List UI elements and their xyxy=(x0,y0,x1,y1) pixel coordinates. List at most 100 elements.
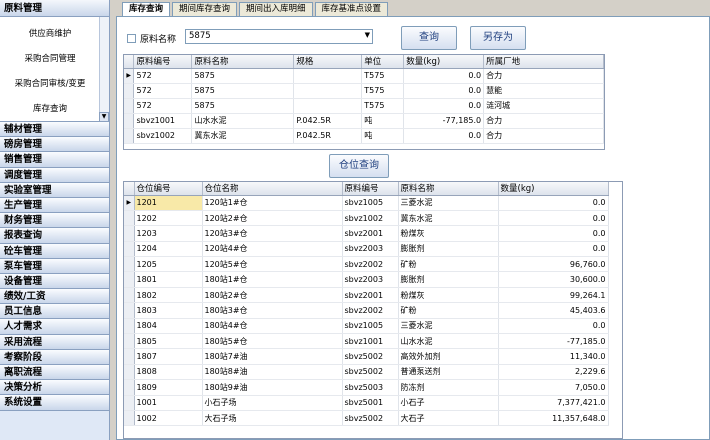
material-name-combo[interactable]: 5875 ▼ xyxy=(185,29,373,44)
table-cell[interactable]: 180站7#油 xyxy=(202,348,343,365)
table-cell[interactable]: 矿粉 xyxy=(398,256,499,273)
sidebar-group-reports[interactable]: 报表查询 xyxy=(0,228,109,244)
table-cell[interactable]: 山水水泥 xyxy=(191,113,295,129)
table-row[interactable]: 1801 180站1#仓 sbvz2003 膨胀剂 30,600.0 xyxy=(124,271,609,288)
sidebar-item-supplier[interactable]: 供应商维护 xyxy=(0,27,100,39)
scroll-down-icon[interactable]: ▼ xyxy=(99,112,109,122)
table-cell[interactable]: 2,229.6 xyxy=(498,364,609,381)
sidebar-group-aux-material[interactable]: 辅材管理 xyxy=(0,122,109,138)
sidebar-item-contract-review[interactable]: 采购合同审核/变更 xyxy=(0,77,100,89)
table-cell[interactable] xyxy=(293,68,363,84)
table-cell[interactable]: 0.0 xyxy=(498,225,609,242)
table-row[interactable]: 1802 180站2#仓 sbvz2001 粉煤灰 99,264.1 xyxy=(124,287,609,304)
table-cell[interactable]: sbvz2002 xyxy=(342,256,399,273)
sidebar-group-raw-material[interactable]: 原料管理 xyxy=(0,0,109,17)
table-cell[interactable]: 0.0 xyxy=(403,98,485,114)
column-header[interactable]: 原料名称 xyxy=(398,182,499,196)
table-cell[interactable]: 99,264.1 xyxy=(498,287,609,304)
table-cell[interactable]: 膨胀剂 xyxy=(398,271,499,288)
warehouse-query-button[interactable]: 仓位查询 xyxy=(329,154,389,178)
sidebar-group-lab[interactable]: 实验室管理 xyxy=(0,182,109,198)
table-cell[interactable]: 180站9#油 xyxy=(202,379,343,396)
table-cell[interactable]: 1809 xyxy=(134,379,203,396)
table-cell[interactable]: 7,377,421.0 xyxy=(498,395,609,411)
table-cell[interactable]: 粉煤灰 xyxy=(398,225,499,242)
table-cell[interactable]: 普通泵送剂 xyxy=(398,364,499,381)
table-cell[interactable]: sbvz1002 xyxy=(342,210,399,227)
table-cell[interactable]: 高效外加剂 xyxy=(398,348,499,365)
table-cell[interactable]: 5875 xyxy=(191,98,295,114)
table-row[interactable]: 1203 120站3#仓 sbvz2001 粉煤灰 0.0 xyxy=(124,225,609,242)
table-cell[interactable]: 矿粉 xyxy=(398,302,499,319)
table-cell[interactable]: sbvz5002 xyxy=(342,348,399,365)
table-cell[interactable]: 1803 xyxy=(134,302,203,319)
table-cell[interactable]: 三菱水泥 xyxy=(398,195,499,211)
table-cell[interactable]: 45,403.6 xyxy=(498,302,609,319)
table-row[interactable]: 1803 180站3#仓 sbvz2002 矿粉 45,403.6 xyxy=(124,302,609,319)
sidebar-group-hiring-flow[interactable]: 采用流程 xyxy=(0,334,109,350)
sidebar-group-decision[interactable]: 决策分析 xyxy=(0,380,109,396)
table-cell[interactable]: 1807 xyxy=(134,348,203,365)
table-row[interactable]: ▶ 572 5875 T575 0.0 合力 xyxy=(124,68,604,84)
tab-stock-query[interactable]: 库存查询 xyxy=(122,2,171,17)
sidebar-item-stock-query[interactable]: 库存查询 xyxy=(0,102,100,114)
table-row[interactable]: 1202 120站2#仓 sbvz1002 冀东水泥 0.0 xyxy=(124,210,609,227)
table-cell[interactable]: 粉煤灰 xyxy=(398,287,499,304)
table-row[interactable]: 1205 120站5#仓 sbvz2002 矿粉 96,760.0 xyxy=(124,256,609,273)
table-cell[interactable] xyxy=(293,98,363,114)
table-cell[interactable]: 膨胀剂 xyxy=(398,241,499,258)
table-cell[interactable]: 1001 xyxy=(134,395,203,411)
table-row[interactable]: ▶ 1201 120站1#仓 sbvz1005 三菱水泥 0.0 xyxy=(124,195,609,211)
table-row[interactable]: 1805 180站5#仓 sbvz1001 山水水泥 -77,185.0 xyxy=(124,333,609,350)
column-header[interactable]: 规格 xyxy=(293,55,363,69)
table-row[interactable]: 1804 180站4#仓 sbvz1005 三菱水泥 0.0 xyxy=(124,318,609,335)
sidebar-group-weighbridge[interactable]: 磅房管理 xyxy=(0,137,109,153)
table-cell[interactable]: 小石子场 xyxy=(202,395,343,411)
table-cell[interactable]: 1801 xyxy=(134,271,203,288)
table-cell[interactable]: 冀东水泥 xyxy=(398,210,499,227)
table-cell[interactable]: 0.0 xyxy=(498,210,609,227)
table-cell[interactable]: 1203 xyxy=(134,225,203,242)
table-cell[interactable]: 慧能 xyxy=(483,83,604,99)
table-cell[interactable]: 三菱水泥 xyxy=(398,318,499,335)
table-cell[interactable]: 1204 xyxy=(134,241,203,258)
sidebar-group-finance[interactable]: 财务管理 xyxy=(0,213,109,229)
table-cell[interactable]: 180站5#仓 xyxy=(202,333,343,350)
table-cell[interactable]: P.042.5R xyxy=(293,128,363,144)
tab-period-io-detail[interactable]: 期间出入库明细 xyxy=(239,2,313,16)
table-cell[interactable]: sbvz1005 xyxy=(342,195,399,211)
query-button[interactable]: 查询 xyxy=(401,26,457,50)
table-row[interactable]: 572 5875 T575 0.0 涟河城 xyxy=(124,98,604,114)
table-cell[interactable]: sbvz2001 xyxy=(342,287,399,304)
sidebar-group-sales[interactable]: 销售管理 xyxy=(0,152,109,168)
table-cell[interactable]: 180站4#仓 xyxy=(202,318,343,335)
table-cell[interactable]: sbvz2003 xyxy=(342,241,399,258)
table-cell[interactable]: 0.0 xyxy=(403,128,485,144)
table-cell[interactable]: 合力 xyxy=(483,113,604,129)
table-cell[interactable]: 120站3#仓 xyxy=(202,225,343,242)
table-cell[interactable]: 180站1#仓 xyxy=(202,271,343,288)
column-header[interactable]: 原料编号 xyxy=(342,182,399,196)
table-cell[interactable]: 合力 xyxy=(483,128,604,144)
table-row[interactable]: 572 5875 T575 0.0 慧能 xyxy=(124,83,604,99)
sidebar-group-performance[interactable]: 绩效/工资 xyxy=(0,289,109,305)
sidebar-group-settings[interactable]: 系统设置 xyxy=(0,395,109,411)
table-cell[interactable]: 0.0 xyxy=(403,83,485,99)
table-cell[interactable]: 吨 xyxy=(361,113,405,129)
table-cell[interactable]: sbvz1005 xyxy=(342,318,399,335)
column-header[interactable]: 所属厂地 xyxy=(483,55,604,69)
table-cell[interactable]: 1202 xyxy=(134,210,203,227)
table-cell[interactable]: 180站3#仓 xyxy=(202,302,343,319)
column-header[interactable]: 数量(kg) xyxy=(498,182,609,196)
table-row[interactable]: 1204 120站4#仓 sbvz2003 膨胀剂 0.0 xyxy=(124,241,609,258)
table-cell[interactable]: 120站1#仓 xyxy=(202,195,343,211)
table-cell[interactable]: 1802 xyxy=(134,287,203,304)
column-header[interactable]: 仓位编号 xyxy=(134,182,203,196)
table-cell[interactable]: 11,340.0 xyxy=(498,348,609,365)
table-cell[interactable]: 小石子 xyxy=(398,395,499,411)
save-as-button[interactable]: 另存为 xyxy=(470,26,526,50)
table-cell[interactable]: 1201 xyxy=(134,195,203,211)
tab-period-stock[interactable]: 期间库存查询 xyxy=(172,2,238,16)
table-cell[interactable]: sbvz5002 xyxy=(342,364,399,381)
table-cell[interactable]: 5875 xyxy=(191,83,295,99)
